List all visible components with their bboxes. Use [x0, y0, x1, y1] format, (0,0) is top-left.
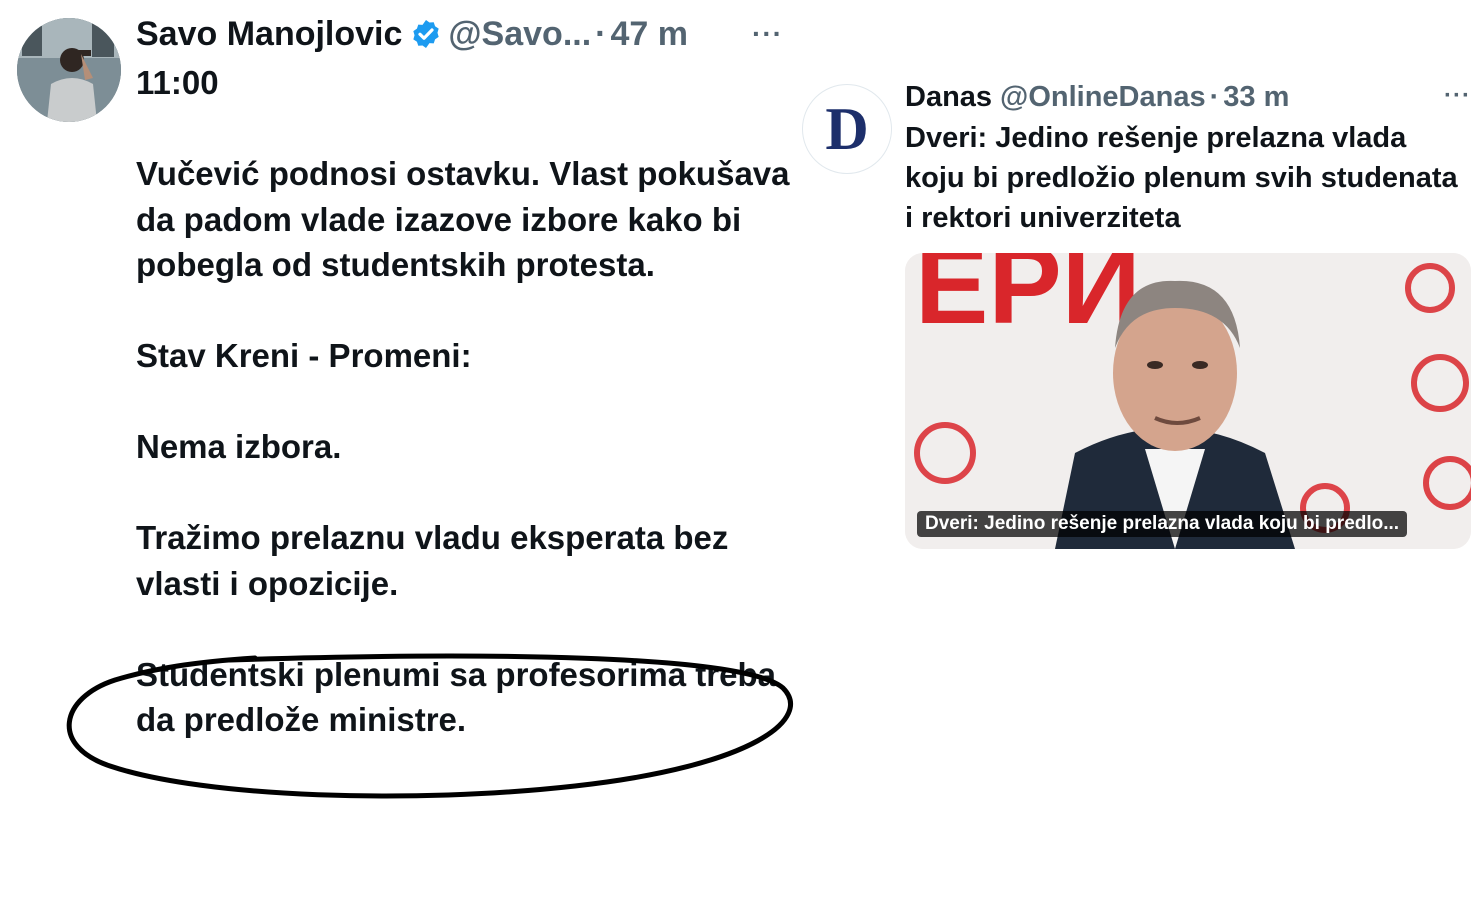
danas-logo: D	[825, 95, 869, 162]
separator-dot: ·	[595, 14, 607, 53]
line-break	[136, 470, 796, 516]
tweet-line-highlighted: Studentski plenumi sa profesorima treba …	[136, 655, 776, 739]
card-banner-text: ЕРИ	[915, 253, 1141, 347]
avatar[interactable]: D	[802, 84, 892, 174]
tweet-line: Nema izbora.	[136, 428, 342, 465]
author-handle[interactable]: @Savo...	[448, 15, 591, 54]
more-options-icon[interactable]: ···	[1444, 82, 1471, 110]
avatar[interactable]	[17, 18, 121, 122]
line-break	[136, 106, 796, 152]
author-name[interactable]: Savo Manojlovic	[136, 15, 402, 54]
link-card[interactable]: ЕРИ Dveri: Jedino rešenje prelazna vlada…	[905, 253, 1471, 549]
screenshot-collage: Savo Manojlovic @Savo... · 47 m ··· 11:0…	[0, 0, 1483, 900]
tweet-danas[interactable]: D Danas @OnlineDanas · 33 m ··· Dveri: J…	[800, 60, 1483, 560]
tweet-header: Danas @OnlineDanas · 33 m	[905, 78, 1289, 116]
more-options-icon[interactable]: ···	[752, 18, 783, 50]
line-break	[136, 288, 796, 334]
verified-badge-icon	[410, 18, 442, 50]
tweet-line: Stav Kreni - Promeni:	[136, 337, 472, 374]
separator-dot: ·	[1209, 80, 1220, 113]
avatar-photo	[17, 18, 121, 122]
author-handle[interactable]: @OnlineDanas	[1000, 81, 1206, 114]
tweet-timestamp[interactable]: 47 m	[611, 15, 689, 54]
tweet-text: Dveri: Jedino rešenje prelazna vlada koj…	[905, 122, 1458, 234]
tweet-text: 11:00 Vučević podnosi ostavku. Vlast pok…	[136, 60, 796, 743]
tweet-timestamp[interactable]: 33 m	[1223, 81, 1289, 114]
tweet-line: Tražimo prelaznu vladu eksperata bez vla…	[136, 519, 729, 602]
tweet-line: Vučević podnosi ostavku. Vlast pokušava …	[136, 155, 790, 283]
card-caption: Dveri: Jedino rešenje prelazna vlada koj…	[917, 511, 1408, 537]
tweet-header: Savo Manojlovic @Savo... · 47 m	[136, 12, 688, 56]
tweet-savo[interactable]: Savo Manojlovic @Savo... · 47 m ··· 11:0…	[0, 0, 800, 900]
author-name[interactable]: Danas	[905, 81, 992, 114]
line-break	[136, 606, 796, 652]
line-break	[136, 379, 796, 425]
tweet-line: 11:00	[136, 64, 219, 101]
card-photo: ЕРИ	[905, 253, 1471, 549]
